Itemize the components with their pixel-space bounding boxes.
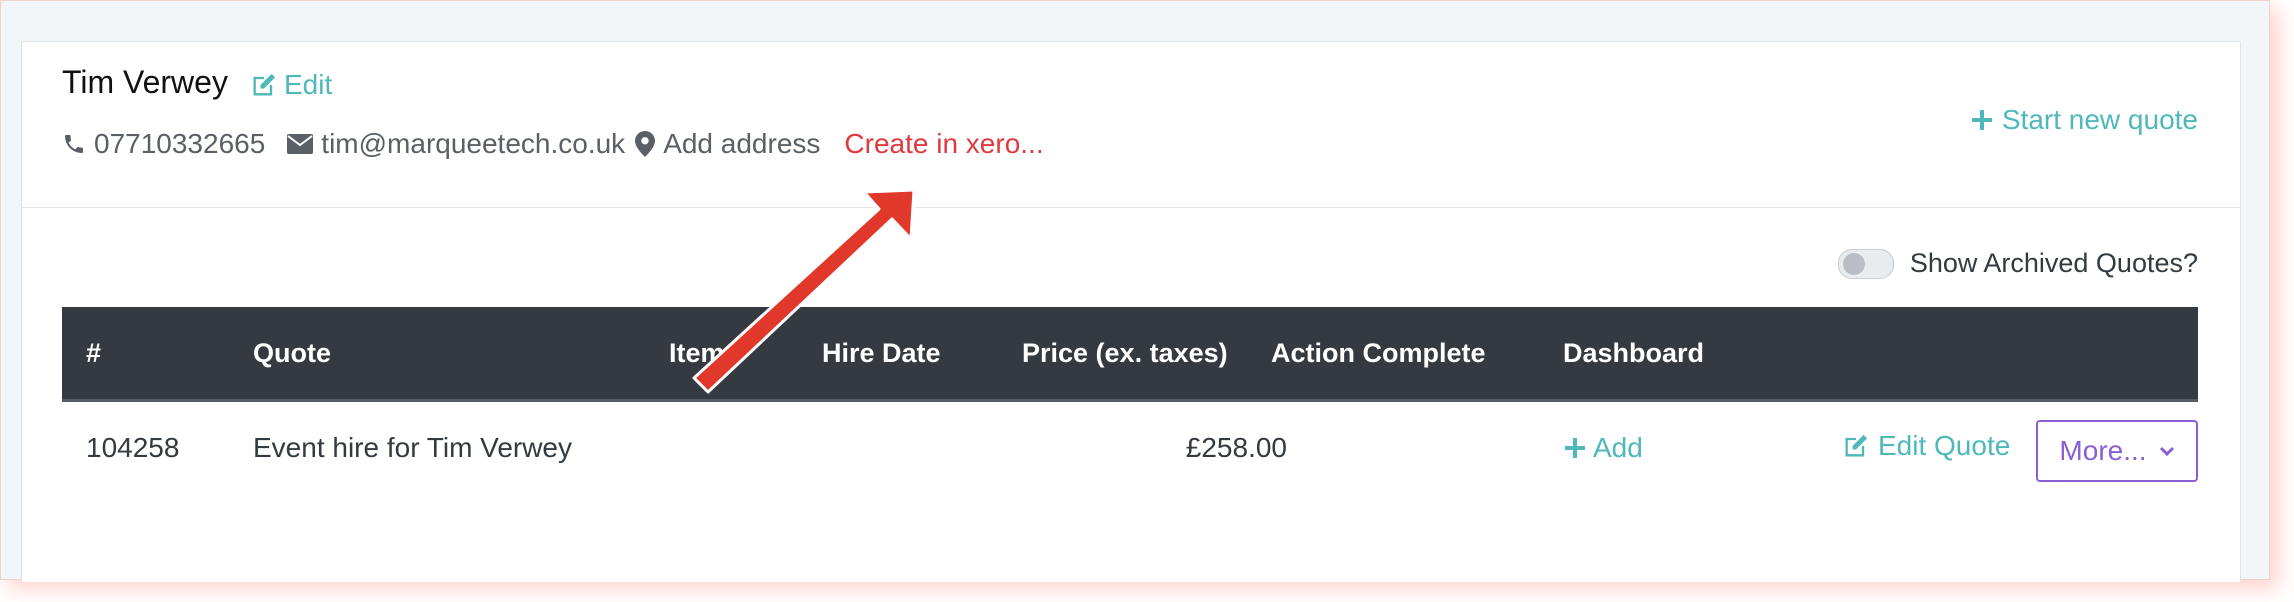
customer-name: Tim Verwey <box>62 64 228 100</box>
phone-number: 07710332665 <box>94 128 266 159</box>
column-header-quote: Quote <box>253 338 331 368</box>
map-marker-icon <box>635 131 656 157</box>
contact-details: 07710332665 tim@marqueetech.co.uk Add ad… <box>62 128 1044 160</box>
address-item[interactable]: Add address <box>635 128 820 160</box>
quote-number: 104258 <box>86 432 180 463</box>
quote-name[interactable]: Event hire for Tim Verwey <box>253 402 572 494</box>
start-new-quote-button[interactable]: Start new quote <box>1970 104 2198 136</box>
dashboard-cell: Add <box>1563 402 1643 494</box>
column-header-action-complete: Action Complete <box>1271 338 1486 368</box>
edit-icon <box>1842 432 1870 460</box>
show-archived-toggle[interactable] <box>1837 248 1894 279</box>
screenshot-frame: Tim Verwey Edit 07710332665 tim@marqueet… <box>0 0 2270 582</box>
column-header-dashboard: Dashboard <box>1563 338 1705 368</box>
add-dashboard-label: Add <box>1593 432 1643 463</box>
more-label: More... <box>2059 435 2147 466</box>
show-archived-label: Show Archived Quotes? <box>1909 248 2198 278</box>
plus-icon <box>1970 108 1994 132</box>
edit-quote-button[interactable]: Edit Quote <box>1842 430 2010 462</box>
quotes-table-header: # Quote Items Hire Date Price (ex. taxes… <box>62 307 2198 402</box>
column-header-price: Price (ex. taxes) <box>1022 338 1228 368</box>
start-new-quote-label: Start new quote <box>2001 104 2198 135</box>
card-header: Tim Verwey Edit 07710332665 tim@marqueet… <box>22 42 2240 208</box>
plus-icon <box>1563 436 1587 460</box>
toggle-knob <box>1842 252 1865 275</box>
table-row: 104258 Event hire for Tim Verwey £258.00… <box>62 402 2198 512</box>
edit-label: Edit <box>284 69 333 100</box>
phone-item: 07710332665 <box>62 128 265 160</box>
column-header-hire-date: Hire Date <box>822 338 941 368</box>
add-address-label: Add address <box>663 128 821 159</box>
email-item: tim@marqueetech.co.uk <box>287 128 625 160</box>
chevron-down-icon <box>2159 445 2175 457</box>
archived-toggle-row: Show Archived Quotes? <box>1837 248 2198 279</box>
envelope-icon <box>287 133 314 155</box>
column-header-number: # <box>86 338 102 368</box>
more-dropdown-button[interactable]: More... <box>2036 420 2198 482</box>
edit-customer-link[interactable]: Edit <box>250 69 332 101</box>
column-header-items: Items <box>669 338 740 368</box>
create-in-xero-link[interactable]: Create in xero... <box>844 128 1043 160</box>
quote-price: £258.00 <box>1185 432 1287 463</box>
edit-icon <box>250 71 278 99</box>
add-dashboard-button[interactable]: Add <box>1563 402 1643 494</box>
phone-icon <box>62 132 86 156</box>
edit-quote-label: Edit Quote <box>1878 430 2011 461</box>
customer-card: Tim Verwey Edit 07710332665 tim@marqueet… <box>21 41 2241 582</box>
email-address: tim@marqueetech.co.uk <box>321 128 626 159</box>
